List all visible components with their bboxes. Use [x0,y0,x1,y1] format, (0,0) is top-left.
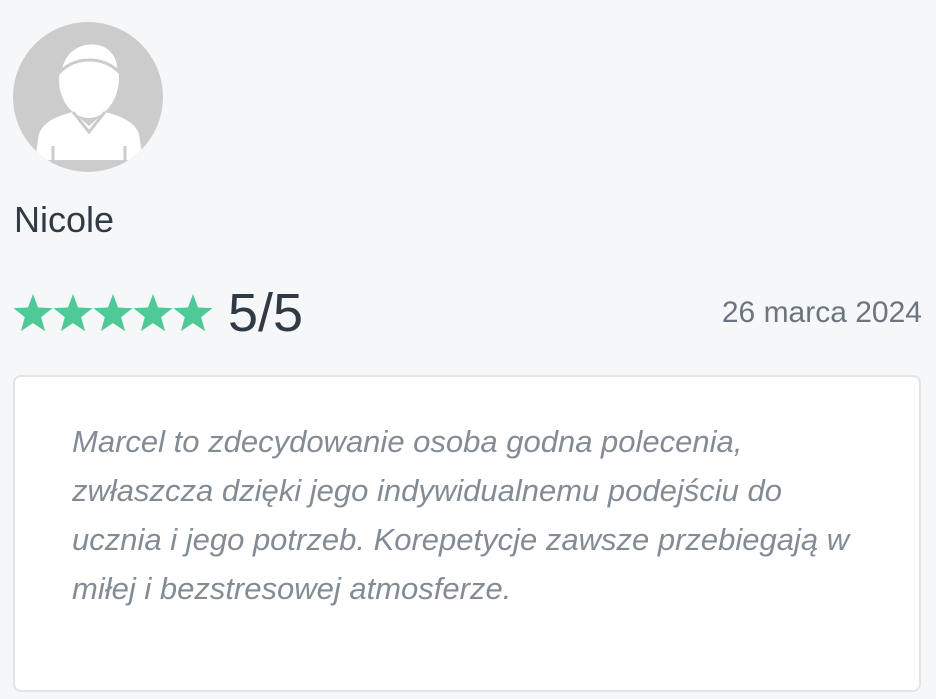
star-rating [13,293,213,333]
review-card: Marcel to zdecydowanie osoba godna polec… [13,375,921,692]
star-icon [133,293,173,333]
star-icon [93,293,133,333]
user-avatar-icon [13,22,163,172]
rating-row: 5/5 [13,282,303,344]
review-date: 26 marca 2024 [721,296,922,329]
star-icon [173,293,213,333]
rating-score: 5/5 [228,283,304,343]
review-text: Marcel to zdecydowanie osoba godna polec… [72,424,850,606]
reviewer-name: Nicole [14,199,115,240]
star-icon [53,293,93,333]
star-icon [13,293,53,333]
